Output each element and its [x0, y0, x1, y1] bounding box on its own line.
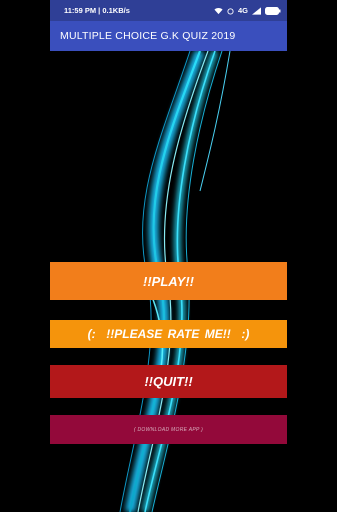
network-type: 4G [237, 6, 248, 15]
status-time: 11:59 PM | 0.1KB/s [64, 6, 130, 15]
signal-icon [252, 6, 261, 15]
app-screen: 11:59 PM | 0.1KB/s 4G MULTIPLE CHOICE G.… [50, 0, 287, 512]
status-icons: 4G [214, 6, 281, 15]
play-button-label: !!PLAY!! [142, 273, 195, 289]
quit-button-label: !!QUIT!! [144, 374, 193, 389]
app-bar: MULTIPLE CHOICE G.K QUIZ 2019 [50, 21, 287, 51]
rate-me-button[interactable]: (: !!PLEASE RATE ME!! :) [50, 320, 287, 348]
quit-button[interactable]: !!QUIT!! [50, 365, 287, 398]
rate-me-button-label: (: !!PLEASE RATE ME!! :) [87, 327, 250, 341]
alarm-icon [227, 7, 234, 14]
battery-icon [265, 6, 281, 15]
download-more-app-label: ( DOWNLOAD MORE APP ) [133, 426, 204, 433]
wifi-icon [214, 7, 223, 14]
status-bar: 11:59 PM | 0.1KB/s 4G [50, 0, 287, 21]
app-title: MULTIPLE CHOICE G.K QUIZ 2019 [60, 30, 236, 42]
play-button[interactable]: !!PLAY!! [50, 262, 287, 300]
download-more-app-button[interactable]: ( DOWNLOAD MORE APP ) [50, 415, 287, 444]
